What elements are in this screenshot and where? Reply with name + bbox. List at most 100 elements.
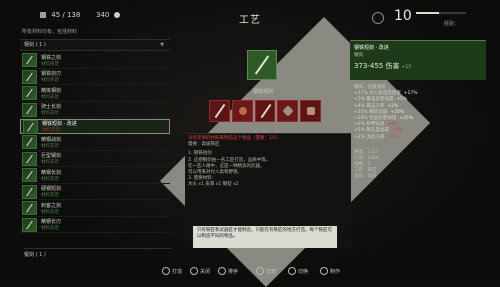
recipe-item-name: 精钢长剑 (41, 169, 62, 176)
button-key-icon (256, 267, 264, 275)
recipe-filter-label: 所有材料均有，包括材料 (22, 29, 78, 35)
category-label: 钢剑 ( 1 ) (24, 42, 46, 48)
sword-icon (22, 135, 37, 150)
ingredient-leather-icon[interactable] (231, 100, 253, 122)
recipe-item-status: 材料充足 (41, 160, 59, 166)
button-key-icon (162, 267, 170, 275)
menu-title: 工艺 (159, 8, 431, 287)
recipe-item-name: 钢铁之剑 (41, 54, 62, 61)
recipe-list-item[interactable]: 精钢长剑 材料充足 (20, 168, 170, 184)
damage-note: +15 (401, 65, 412, 70)
item-footer: 重量：3.21 价值：1016 插槽：1 工匠：铁匠 等级：高级 (350, 150, 486, 180)
recipe-item-status: 材料充足 (41, 209, 59, 215)
stat-label: +4% 暴击几率 (354, 103, 385, 109)
recipe-list: 钢铁之剑 材料充足 钢铁剑刃 材料充足 精炼钢剑 材料充足 骑士长剑 材料充足 钢铁短剑 · 改… (20, 53, 170, 233)
ingredient-ingot-icon[interactable] (300, 100, 321, 122)
stat-delta: +2% (387, 134, 399, 140)
stat-label: +20% 精炼武器 (354, 109, 388, 115)
stat-line: +2% 流血几率 +2% (354, 135, 482, 141)
control-button[interactable]: 排序 (218, 267, 238, 275)
control-button[interactable]: 切换 (288, 267, 308, 275)
recipe-item-status: 材料充足 (41, 226, 59, 232)
recipe-item-text: 精炼钢剑 材料充足 (41, 87, 61, 100)
recipe-item-status: 材料充足 (41, 143, 59, 149)
recipe-list-item[interactable]: 钢铁之剑 材料充足 (20, 53, 170, 69)
control-button[interactable]: 制作 (320, 267, 340, 275)
recipe-item-name: 硬钢短剑 (41, 186, 62, 193)
sword-icon (23, 119, 38, 134)
recipe-list-item[interactable]: 巨型钢剑 材料充足 (20, 151, 170, 167)
stat-delta: +5% (391, 128, 403, 134)
stat-delta: +17% (403, 91, 418, 97)
crowns-count: 340 (96, 11, 120, 19)
ingredient-sword-icon[interactable] (209, 100, 230, 122)
stat-label: +2% 流血几率 (354, 134, 385, 140)
item-stats-panel: 钢铁短剑 · 改进 钢剑 373-455 伤害 +15 钢剑，伤害加成 +17% … (350, 40, 486, 246)
recipe-item-text: 精钢战剑 材料充足 (41, 136, 61, 149)
button-key-icon (218, 267, 226, 275)
controls-bar: 打造 关闭 排序 比较 切换 制作 (160, 265, 490, 277)
recipe-list-item[interactable]: 钢铁短剑 · 改进 材料不足 (20, 119, 170, 134)
recipe-item-text: 精钢长剑 材料充足 (41, 169, 61, 182)
recipe-item-text: 钢铁之剑 材料充足 (41, 54, 61, 67)
recipe-item-name: 精钢战剑 (41, 136, 62, 143)
sword-icon (22, 201, 37, 216)
damage-value: 373-455 伤害 (354, 62, 400, 70)
sword-icon (22, 151, 37, 166)
stat-delta: +2% (387, 103, 399, 109)
sword-icon (22, 184, 37, 199)
level-icon (372, 12, 384, 24)
recipe-list-item[interactable]: 硬钢短剑 材料充足 (20, 184, 170, 200)
recipe-list-item[interactable]: 精钢战剑 材料充足 (20, 135, 170, 151)
next-category-row[interactable]: 银剑 ( 1 ) (24, 248, 172, 259)
level-number: 10 (394, 8, 412, 24)
hint-text: 只有铁匠和武器匠才能制造，只能在有铁匠的地方打造。每个铁匠可以制造不同的物品。 (197, 228, 332, 239)
recipe-list-item[interactable]: 精炼钢剑 材料充足 (20, 86, 170, 102)
ingredient-blade-icon[interactable] (254, 100, 276, 122)
recipe-item-status: 材料充足 (41, 94, 59, 100)
recipe-item-status: 材料不足 (42, 128, 60, 133)
item-header: 钢铁短剑 · 改进 钢剑 373-455 伤害 +15 (350, 40, 486, 80)
recipe-list-item[interactable]: 骑士长剑 材料充足 (20, 102, 170, 118)
next-category-label: 银剑 ( 1 ) (24, 252, 46, 258)
description-line: 木头 x1 皮革 x1 钢锭 x2 (188, 182, 239, 188)
inventory-weight: 45 / 138 (40, 11, 80, 19)
recipe-item-text: 钢铁剑刃 材料充足 (41, 70, 61, 83)
recipe-item-status: 材料充足 (41, 111, 59, 117)
item-type: 钢剑 (354, 53, 363, 58)
stat-label: +17% 对人类造成伤害 (354, 91, 401, 97)
control-label: 制作 (330, 268, 341, 275)
sword-icon (22, 69, 37, 84)
recipe-item-text: 精钢长刃 材料充足 (41, 218, 61, 231)
stat-delta: +5% (396, 97, 408, 103)
xp-bar (416, 12, 466, 14)
crafted-item-name: 钢铁短剑 (252, 89, 273, 95)
recipe-item-name: 精炼钢剑 (41, 87, 62, 94)
control-label: 打造 (172, 268, 183, 275)
recipe-list-item[interactable]: 刺客之剑 材料充足 (20, 201, 170, 217)
level-indicator: 10 经验： (372, 8, 482, 30)
xp-label: 经验： (444, 21, 460, 27)
control-label: 切换 (298, 268, 309, 275)
sword-icon (22, 217, 37, 232)
recipe-item-name: 骑士长剑 (41, 104, 62, 111)
control-label: 比较 (266, 268, 277, 275)
control-button[interactable]: 比较 (256, 267, 276, 275)
ingredient-cloth-icon[interactable] (277, 100, 299, 122)
recipe-item-name: 巨型钢剑 (41, 153, 62, 160)
recipe-list-item[interactable]: 精钢长刃 材料充足 (20, 217, 170, 233)
item-footer-line: 等级：高级 (354, 173, 377, 179)
crowns-value: 340 (96, 11, 110, 19)
recipe-list-item[interactable]: 钢铁剑刃 材料充足 (20, 69, 170, 85)
category-row[interactable]: 钢剑 ( 1 ) ▼ (20, 39, 170, 51)
sword-icon (22, 102, 37, 117)
sword-icon (22, 53, 37, 68)
recipe-item-status: 材料充足 (41, 78, 59, 84)
control-button[interactable]: 关闭 (190, 267, 210, 275)
item-name: 钢铁短剑 · 改进 (354, 45, 389, 51)
button-key-icon (288, 267, 296, 275)
control-button[interactable]: 打造 (162, 267, 182, 275)
recipe-item-text: 钢铁短剑 · 改进 材料不足 (42, 120, 77, 133)
category-arrow-icon: ▼ (160, 42, 164, 48)
sword-icon (22, 168, 37, 183)
